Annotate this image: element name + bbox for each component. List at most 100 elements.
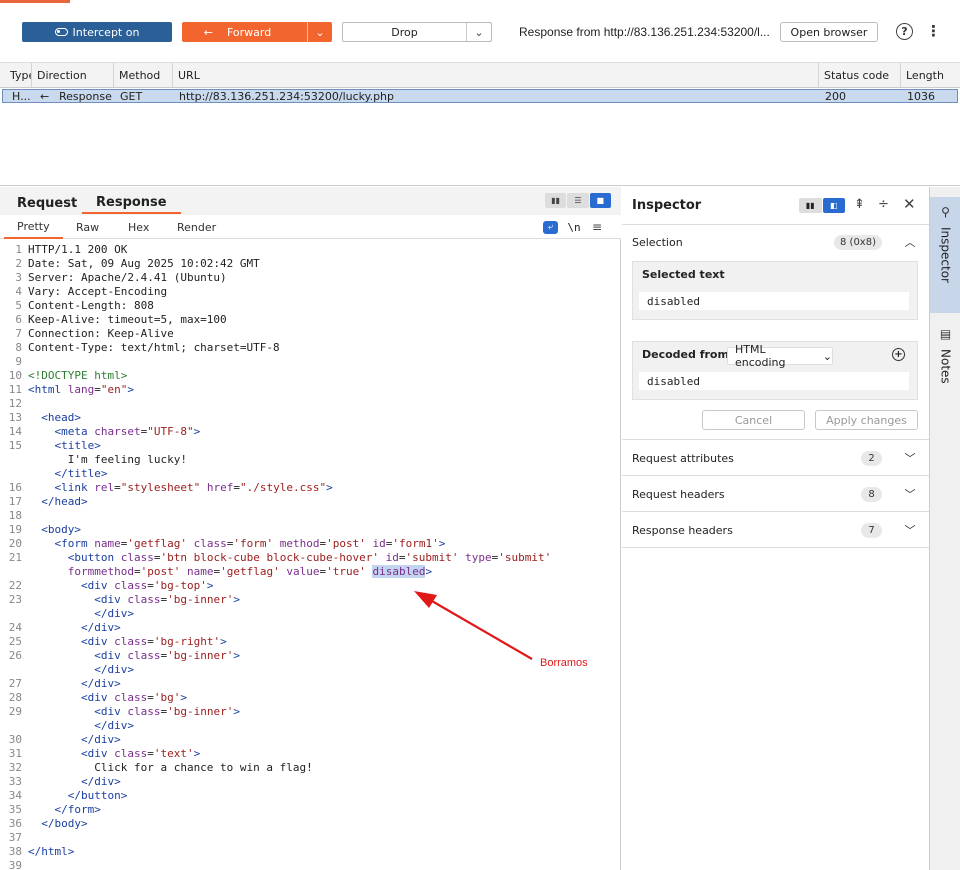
code-line[interactable]: 14 <meta charset="UTF-8">: [0, 425, 200, 439]
code-line[interactable]: 22 <div class='bg-top'>: [0, 579, 214, 593]
code-line[interactable]: </title>: [0, 467, 108, 481]
column-direction[interactable]: Direction: [32, 63, 114, 87]
column-length[interactable]: Length: [901, 63, 960, 87]
code-line[interactable]: 32 Click for a chance to win a flag!: [0, 761, 313, 775]
cancel-button[interactable]: Cancel: [702, 410, 805, 430]
code-line[interactable]: 19 <body>: [0, 523, 81, 537]
selected-disabled-token[interactable]: disabled: [372, 565, 426, 578]
forward-dropdown-button[interactable]: ⌄: [307, 22, 332, 42]
line-number: 28: [8, 691, 22, 704]
code-line[interactable]: 1 HTTP/1.1 200 OK: [0, 243, 127, 257]
code-line[interactable]: 6 Keep-Alive: timeout=5, max=100: [0, 313, 226, 327]
code-line[interactable]: 7 Connection: Keep-Alive: [0, 327, 173, 341]
code-line[interactable]: 12: [0, 397, 28, 411]
open-browser-button[interactable]: Open browser: [780, 22, 878, 42]
code-line[interactable]: 11 <html lang="en">: [0, 383, 134, 397]
code-line[interactable]: 20 <form name='getflag' class='form' met…: [0, 537, 446, 551]
tab-request[interactable]: Request: [17, 192, 77, 214]
selected-text-field[interactable]: disabled: [639, 292, 909, 310]
code-line[interactable]: 24 </div>: [0, 621, 121, 635]
expand-icon[interactable]: ⇞: [854, 197, 865, 212]
code-line[interactable]: 18: [0, 509, 28, 523]
drop-button[interactable]: Drop ⌄: [342, 22, 492, 42]
code-line[interactable]: 23 <div class='bg-inner'>: [0, 593, 240, 607]
intercept-toggle-button[interactable]: Intercept on: [22, 22, 172, 42]
tab-render[interactable]: Render: [177, 215, 216, 239]
count-badge: 8: [861, 487, 882, 502]
drop-main[interactable]: Drop: [343, 23, 466, 41]
code-line[interactable]: 37: [0, 831, 28, 845]
code-line[interactable]: 17 </head>: [0, 495, 88, 509]
split-horizontal-icon[interactable]: ▮▮: [545, 193, 567, 208]
tab-hex[interactable]: Hex: [128, 215, 149, 239]
code-line[interactable]: 26 <div class='bg-inner'>: [0, 649, 240, 663]
forward-main[interactable]: ← Forward: [182, 22, 307, 42]
code-line[interactable]: </div>: [0, 607, 134, 621]
code-line[interactable]: 31 <div class='text'>: [0, 747, 200, 761]
tab-raw[interactable]: Raw: [76, 215, 99, 239]
code-line[interactable]: 29 <div class='bg-inner'>: [0, 705, 240, 719]
split-vertical-icon[interactable]: ☰: [567, 193, 589, 208]
code-line[interactable]: 33 </div>: [0, 775, 121, 789]
request-headers-section[interactable]: Request headers 8 ﹀: [622, 476, 929, 512]
tab-response[interactable]: Response: [82, 192, 181, 214]
selection-label[interactable]: Selection: [632, 232, 683, 252]
code-line[interactable]: 34 </button>: [0, 789, 128, 803]
encoding-select[interactable]: HTML encoding ⌄: [727, 343, 833, 369]
table-row[interactable]: H... ← Response GET http://83.136.251.23…: [2, 89, 958, 103]
decoded-value-field[interactable]: disabled: [639, 372, 909, 390]
code-line[interactable]: 35 </form>: [0, 803, 101, 817]
rail-inspector-tab[interactable]: ⚲ Inspector: [930, 197, 960, 313]
chevron-down-icon[interactable]: ﹀: [904, 524, 916, 537]
chevron-down-icon[interactable]: ﹀: [904, 452, 916, 465]
rail-notes-tab[interactable]: ▤ Notes: [930, 319, 960, 399]
word-wrap-icon[interactable]: ⤶: [543, 220, 558, 234]
code-line[interactable]: 16 <link rel="stylesheet" href="./style.…: [0, 481, 333, 495]
chevron-down-icon[interactable]: ﹀: [904, 488, 916, 501]
code-line[interactable]: 4 Vary: Accept-Encoding: [0, 285, 167, 299]
response-code-editor[interactable]: 1 HTTP/1.1 200 OK 2 Date: Sat, 09 Aug 2025 …: [0, 243, 621, 870]
column-url[interactable]: URL: [173, 63, 819, 87]
code-line[interactable]: 5 Content-Length: 808: [0, 299, 153, 313]
code-line[interactable]: I'm feeling lucky!: [0, 453, 187, 467]
help-icon[interactable]: ?: [896, 23, 913, 40]
code-line[interactable]: 28 <div class='bg'>: [0, 691, 187, 705]
add-decoding-icon[interactable]: +: [892, 348, 905, 361]
line-text: <form name='getflag' class='form' method…: [54, 537, 446, 550]
chevron-up-icon[interactable]: ︿: [904, 236, 916, 249]
code-line[interactable]: 27 </div>: [0, 677, 121, 691]
single-view-icon[interactable]: ■: [589, 193, 611, 208]
code-line[interactable]: 38 </html>: [0, 845, 75, 859]
column-method[interactable]: Method: [114, 63, 173, 87]
more-options-icon[interactable]: ⋮: [926, 22, 941, 40]
code-line[interactable]: </div>: [0, 719, 134, 733]
collapse-icon[interactable]: ÷: [878, 197, 889, 212]
code-line[interactable]: 15 <title>: [0, 439, 101, 453]
code-line[interactable]: 36 </body>: [0, 817, 88, 831]
code-line[interactable]: formmethod='post' name='getflag' value='…: [0, 565, 432, 579]
newline-toggle-icon[interactable]: \n: [566, 221, 582, 234]
code-line[interactable]: 3 Server: Apache/2.4.41 (Ubuntu): [0, 271, 226, 285]
code-line[interactable]: 10 <!DOCTYPE html>: [0, 369, 128, 383]
close-icon[interactable]: ✕: [903, 195, 916, 213]
split-layout-icon[interactable]: ▮▮: [799, 198, 822, 213]
code-line[interactable]: 9: [0, 355, 28, 369]
column-type[interactable]: Type: [5, 63, 32, 87]
request-attributes-section[interactable]: Request attributes 2 ﹀: [622, 440, 929, 476]
hamburger-menu-icon[interactable]: ≡: [590, 220, 604, 234]
code-line[interactable]: 30 </div>: [0, 733, 121, 747]
code-line[interactable]: 2 Date: Sat, 09 Aug 2025 10:02:42 GMT: [0, 257, 259, 271]
apply-changes-button[interactable]: Apply changes: [815, 410, 918, 430]
code-line[interactable]: 25 <div class='bg-right'>: [0, 635, 227, 649]
code-line[interactable]: 21 <button class='btn block-cube block-c…: [0, 551, 552, 565]
column-status-code[interactable]: Status code: [819, 63, 901, 87]
forward-button[interactable]: ← Forward ⌄: [182, 22, 332, 42]
code-line[interactable]: 13 <head>: [0, 411, 81, 425]
code-line[interactable]: </div>: [0, 663, 134, 677]
response-headers-section[interactable]: Response headers 7 ﹀: [622, 512, 929, 548]
panel-layout-icon[interactable]: ◧: [822, 198, 845, 213]
tab-pretty[interactable]: Pretty: [4, 215, 63, 239]
code-line[interactable]: 8 Content-Type: text/html; charset=UTF-8: [0, 341, 279, 355]
code-line[interactable]: 39: [0, 859, 28, 870]
drop-dropdown-button[interactable]: ⌄: [466, 23, 491, 41]
